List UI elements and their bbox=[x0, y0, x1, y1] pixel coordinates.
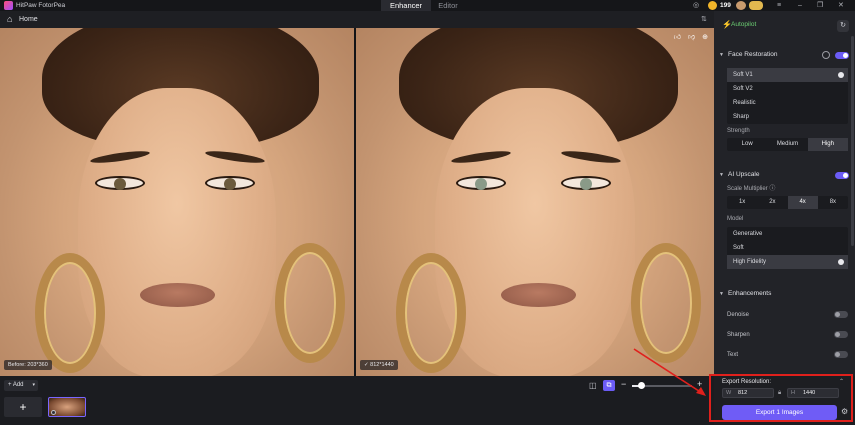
after-image: 👍︎ 👎︎ ⊕ ✓ 812*1440 bbox=[356, 28, 714, 376]
refresh-button[interactable]: ↻ bbox=[837, 20, 849, 32]
add-button[interactable]: + Add ▾ bbox=[4, 380, 38, 391]
option-generative[interactable]: Generative bbox=[727, 227, 848, 241]
strength-medium[interactable]: Medium bbox=[767, 138, 807, 151]
ai-upscale-title: AI Upscale bbox=[728, 171, 760, 178]
settings-panel: ⚡ Autopilot ↻ ▼ Face Restoration ▼ AI Up… bbox=[714, 11, 855, 376]
denoise-label: Denoise bbox=[727, 312, 750, 318]
face bbox=[77, 88, 277, 376]
scale-8x[interactable]: 8x bbox=[818, 196, 848, 209]
strength-high[interactable]: High bbox=[807, 138, 848, 151]
upscale-model-list: Generative Soft High Fidelity bbox=[727, 227, 848, 269]
ai-upscale-header[interactable]: ▼ AI Upscale bbox=[719, 169, 849, 181]
face-restoration-toggle[interactable] bbox=[835, 52, 849, 59]
text-toggle[interactable] bbox=[834, 351, 848, 358]
check-icon bbox=[838, 259, 844, 265]
collapse-panel-icon[interactable]: ⇅ bbox=[701, 15, 707, 24]
scale-4x[interactable]: 4x bbox=[787, 196, 818, 209]
annotation-highlight-box bbox=[709, 374, 853, 422]
chevron-down-icon: ▾ bbox=[32, 382, 35, 388]
tab-editor[interactable]: Editor bbox=[423, 0, 473, 11]
home-icon[interactable]: ⌂ bbox=[7, 14, 12, 25]
caret-down-icon: ▼ bbox=[719, 52, 724, 58]
thumbnail-status-icon bbox=[51, 410, 56, 415]
face-restoration-title: Face Restoration bbox=[728, 51, 778, 58]
strength-selector: Low Medium High bbox=[727, 138, 848, 151]
scale-multiplier-label: Scale Multiplier ⓘ bbox=[727, 186, 776, 192]
home-label[interactable]: Home bbox=[19, 15, 38, 24]
denoise-toggle[interactable] bbox=[834, 311, 848, 318]
pro-badge[interactable] bbox=[749, 1, 763, 10]
option-realistic[interactable]: Realistic bbox=[727, 96, 848, 110]
discord-icon[interactable]: ◎ bbox=[693, 1, 699, 10]
image-thumbnail[interactable] bbox=[48, 397, 86, 417]
face-restoration-header[interactable]: ▼ Face Restoration bbox=[719, 49, 849, 61]
enhancements-header[interactable]: ▼ Enhancements bbox=[719, 288, 849, 300]
panel-scrollbar[interactable] bbox=[851, 36, 854, 246]
scale-1x[interactable]: 1x bbox=[727, 196, 757, 209]
caret-down-icon: ▼ bbox=[719, 291, 724, 297]
scale-2x[interactable]: 2x bbox=[757, 196, 787, 209]
enhancements-title: Enhancements bbox=[728, 290, 772, 297]
coin-count: 199 bbox=[720, 2, 731, 9]
strength-low[interactable]: Low bbox=[727, 138, 767, 151]
strength-label: Strength bbox=[727, 128, 750, 134]
menu-icon[interactable]: ≡ bbox=[777, 1, 781, 10]
zoom-icon[interactable]: ⊕ bbox=[702, 34, 708, 42]
zoom-out-icon[interactable]: − bbox=[621, 379, 626, 390]
text-row: Text bbox=[727, 349, 848, 361]
sharpen-toggle[interactable] bbox=[834, 331, 848, 338]
option-soft[interactable]: Soft bbox=[727, 241, 848, 255]
option-soft-v1[interactable]: Soft V1 bbox=[727, 68, 848, 82]
user-avatar[interactable] bbox=[736, 1, 746, 10]
after-size-label: ✓ 812*1440 bbox=[360, 360, 398, 370]
coin-icon bbox=[708, 1, 717, 10]
home-bar: ⌂ Home ⇅ bbox=[0, 11, 714, 28]
option-sharp[interactable]: Sharp bbox=[727, 110, 848, 124]
app-name: HitPaw FotorPea bbox=[16, 2, 66, 9]
sharpen-label: Sharpen bbox=[727, 332, 750, 338]
autopilot-label[interactable]: Autopilot bbox=[731, 21, 791, 29]
thumbs-down-icon[interactable]: 👎︎ bbox=[688, 34, 695, 42]
split-view-icon[interactable]: ◫ bbox=[589, 381, 597, 390]
check-icon bbox=[838, 72, 844, 78]
maximize-icon[interactable]: ❐ bbox=[817, 1, 823, 10]
caret-down-icon: ▼ bbox=[719, 172, 724, 178]
scale-selector: 1x 2x 4x 8x bbox=[727, 196, 848, 209]
add-image-tile[interactable]: + bbox=[4, 397, 42, 417]
minimize-icon[interactable]: – bbox=[798, 1, 802, 10]
option-high-fidelity[interactable]: High Fidelity bbox=[727, 255, 848, 269]
model-label: Model bbox=[727, 216, 744, 222]
sharpen-row: Sharpen bbox=[727, 329, 848, 341]
before-size-label: Before: 203*360 bbox=[4, 360, 52, 370]
title-bar: HitPaw FotorPea Enhancer Editor ◎ 199 ≡ … bbox=[0, 0, 855, 11]
compare-view-button[interactable]: ⧉ bbox=[603, 380, 615, 391]
text-label: Text bbox=[727, 352, 739, 358]
denoise-row: Denoise bbox=[727, 309, 848, 321]
before-image: Before: 203*360 bbox=[0, 28, 354, 376]
app-logo-icon bbox=[4, 1, 13, 10]
annotation-arrow bbox=[633, 348, 706, 396]
face bbox=[434, 88, 636, 376]
face-model-list: Soft V1 Soft V2 Realistic Sharp bbox=[727, 68, 848, 124]
thumbs-up-icon[interactable]: 👍︎ bbox=[674, 34, 681, 42]
option-soft-v2[interactable]: Soft V2 bbox=[727, 82, 848, 96]
info-icon[interactable] bbox=[822, 51, 830, 59]
close-icon[interactable]: ✕ bbox=[838, 1, 844, 10]
bottom-bar: + Add ▾ + ◫ ⧉ − + bbox=[0, 376, 714, 425]
ai-upscale-toggle[interactable] bbox=[835, 172, 849, 179]
